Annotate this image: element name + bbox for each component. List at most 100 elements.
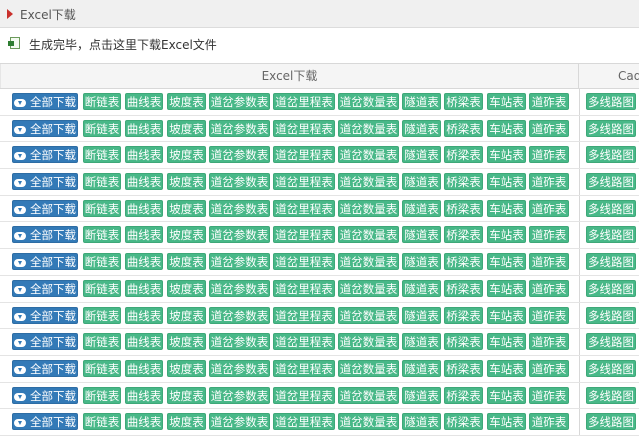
tunnel-button[interactable]: 隧道表 (402, 226, 441, 244)
break-chain-button[interactable]: 断链表 (83, 173, 121, 191)
bridge-button[interactable]: 桥梁表 (444, 333, 483, 351)
station-button[interactable]: 车站表 (487, 146, 526, 164)
turnout-count-button[interactable]: 道岔数量表 (338, 199, 399, 217)
curve-button[interactable]: 曲线表 (125, 386, 163, 404)
bridge-button[interactable]: 桥梁表 (444, 386, 483, 404)
turnout-mileage-button[interactable]: 道岔里程表 (273, 306, 335, 324)
bridge-button[interactable]: 桥梁表 (444, 119, 483, 137)
curve-button[interactable]: 曲线表 (125, 306, 163, 324)
station-button[interactable]: 车站表 (487, 93, 526, 110)
multi-route-button[interactable]: 多线路图 (586, 253, 636, 271)
hump-button[interactable]: 道砟表 (529, 119, 569, 137)
bridge-button[interactable]: 桥梁表 (444, 199, 483, 217)
slope-button[interactable]: 坡度表 (167, 253, 206, 271)
download-all-button[interactable]: 全部下载 (12, 253, 78, 271)
break-chain-button[interactable]: 断链表 (83, 253, 121, 271)
tunnel-button[interactable]: 隧道表 (402, 253, 441, 271)
tunnel-button[interactable]: 隧道表 (402, 93, 441, 110)
slope-button[interactable]: 坡度表 (167, 306, 206, 324)
multi-route-button[interactable]: 多线路图 (586, 226, 636, 244)
hump-button[interactable]: 道砟表 (529, 386, 569, 404)
station-button[interactable]: 车站表 (487, 386, 526, 404)
turnout-mileage-button[interactable]: 道岔里程表 (273, 279, 335, 297)
turnout-count-button[interactable]: 道岔数量表 (338, 386, 399, 404)
download-all-button[interactable]: 全部下载 (12, 93, 78, 110)
slope-button[interactable]: 坡度表 (167, 413, 206, 431)
station-button[interactable]: 车站表 (487, 413, 526, 431)
tunnel-button[interactable]: 隧道表 (402, 146, 441, 164)
download-all-button[interactable]: 全部下载 (12, 173, 78, 191)
turnout-mileage-button[interactable]: 道岔里程表 (273, 173, 335, 191)
tunnel-button[interactable]: 隧道表 (402, 359, 441, 377)
station-button[interactable]: 车站表 (487, 199, 526, 217)
slope-button[interactable]: 坡度表 (167, 93, 206, 110)
station-button[interactable]: 车站表 (487, 306, 526, 324)
multi-route-button[interactable]: 多线路图 (586, 359, 636, 377)
tunnel-button[interactable]: 隧道表 (402, 199, 441, 217)
download-all-button[interactable]: 全部下载 (12, 413, 78, 431)
turnout-mileage-button[interactable]: 道岔里程表 (273, 333, 335, 351)
slope-button[interactable]: 坡度表 (167, 199, 206, 217)
tunnel-button[interactable]: 隧道表 (402, 413, 441, 431)
multi-route-button[interactable]: 多线路图 (586, 199, 636, 217)
break-chain-button[interactable]: 断链表 (83, 226, 121, 244)
break-chain-button[interactable]: 断链表 (83, 279, 121, 297)
turnout-mileage-button[interactable]: 道岔里程表 (273, 386, 335, 404)
curve-button[interactable]: 曲线表 (125, 199, 163, 217)
station-button[interactable]: 车站表 (487, 173, 526, 191)
hump-button[interactable]: 道砟表 (529, 413, 569, 431)
multi-route-button[interactable]: 多线路图 (586, 279, 636, 297)
slope-button[interactable]: 坡度表 (167, 119, 206, 137)
tunnel-button[interactable]: 隧道表 (402, 279, 441, 297)
multi-route-button[interactable]: 多线路图 (586, 119, 636, 137)
tunnel-button[interactable]: 隧道表 (402, 386, 441, 404)
download-all-button[interactable]: 全部下载 (12, 226, 78, 244)
turnout-mileage-button[interactable]: 道岔里程表 (273, 146, 335, 164)
bridge-button[interactable]: 桥梁表 (444, 253, 483, 271)
turnout-params-button[interactable]: 道岔参数表 (209, 253, 270, 271)
turnout-params-button[interactable]: 道岔参数表 (209, 306, 270, 324)
break-chain-button[interactable]: 断链表 (83, 119, 121, 137)
bridge-button[interactable]: 桥梁表 (444, 226, 483, 244)
curve-button[interactable]: 曲线表 (125, 359, 163, 377)
download-all-button[interactable]: 全部下载 (12, 359, 78, 377)
tunnel-button[interactable]: 隧道表 (402, 306, 441, 324)
turnout-mileage-button[interactable]: 道岔里程表 (273, 359, 335, 377)
turnout-params-button[interactable]: 道岔参数表 (209, 279, 270, 297)
download-all-button[interactable]: 全部下载 (12, 119, 78, 137)
turnout-mileage-button[interactable]: 道岔里程表 (273, 119, 335, 137)
hump-button[interactable]: 道砟表 (529, 173, 569, 191)
slope-button[interactable]: 坡度表 (167, 386, 206, 404)
station-button[interactable]: 车站表 (487, 226, 526, 244)
hump-button[interactable]: 道砟表 (529, 253, 569, 271)
download-all-button[interactable]: 全部下载 (12, 386, 78, 404)
slope-button[interactable]: 坡度表 (167, 146, 206, 164)
turnout-count-button[interactable]: 道岔数量表 (338, 333, 399, 351)
multi-route-button[interactable]: 多线路图 (586, 333, 636, 351)
turnout-params-button[interactable]: 道岔参数表 (209, 173, 270, 191)
slope-button[interactable]: 坡度表 (167, 359, 206, 377)
station-button[interactable]: 车站表 (487, 333, 526, 351)
turnout-count-button[interactable]: 道岔数量表 (338, 279, 399, 297)
turnout-params-button[interactable]: 道岔参数表 (209, 119, 270, 137)
hump-button[interactable]: 道砟表 (529, 359, 569, 377)
hump-button[interactable]: 道砟表 (529, 226, 569, 244)
download-all-button[interactable]: 全部下载 (12, 333, 78, 351)
slope-button[interactable]: 坡度表 (167, 279, 206, 297)
turnout-params-button[interactable]: 道岔参数表 (209, 386, 270, 404)
turnout-params-button[interactable]: 道岔参数表 (209, 93, 270, 110)
hump-button[interactable]: 道砟表 (529, 199, 569, 217)
tunnel-button[interactable]: 隧道表 (402, 173, 441, 191)
bridge-button[interactable]: 桥梁表 (444, 413, 483, 431)
turnout-mileage-button[interactable]: 道岔里程表 (273, 413, 335, 431)
turnout-count-button[interactable]: 道岔数量表 (338, 93, 399, 110)
turnout-params-button[interactable]: 道岔参数表 (209, 359, 270, 377)
turnout-count-button[interactable]: 道岔数量表 (338, 119, 399, 137)
turnout-mileage-button[interactable]: 道岔里程表 (273, 226, 335, 244)
curve-button[interactable]: 曲线表 (125, 413, 163, 431)
download-all-button[interactable]: 全部下载 (12, 279, 78, 297)
turnout-count-button[interactable]: 道岔数量表 (338, 306, 399, 324)
slope-button[interactable]: 坡度表 (167, 333, 206, 351)
turnout-mileage-button[interactable]: 道岔里程表 (273, 199, 335, 217)
multi-route-button[interactable]: 多线路图 (586, 413, 636, 431)
